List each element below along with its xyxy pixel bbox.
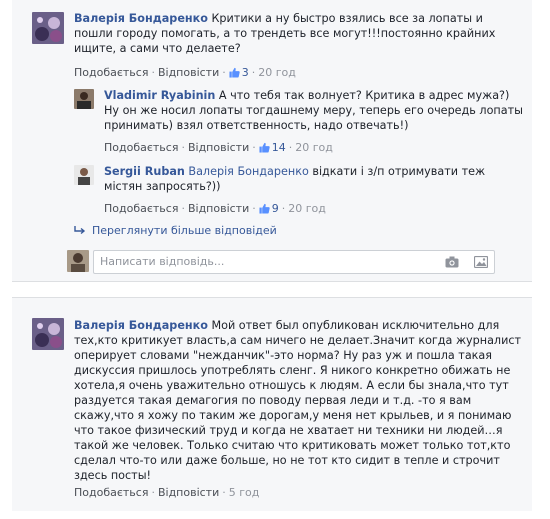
comment-actions: Подобається · Відповісти · 9 · 20 год [104, 201, 326, 216]
reply-input[interactable]: Написати відповідь... [93, 250, 495, 274]
sticker-icon[interactable] [473, 255, 489, 271]
comment-body: Vladimir Ryabinin А что тебя так волнует… [104, 88, 524, 133]
like-link[interactable]: Подобається [74, 66, 148, 79]
like-count-number: 9 [271, 202, 279, 215]
separator: · [151, 486, 155, 499]
comment-actions: Подобається · Відповісти · 3 · 20 год [74, 65, 296, 80]
reply-link[interactable]: Відповісти [158, 486, 219, 499]
like-link[interactable]: Подобається [104, 141, 178, 154]
separator: · [181, 141, 185, 154]
like-count[interactable]: 9 [259, 202, 279, 215]
like-count-number: 3 [241, 66, 249, 79]
timestamp[interactable]: 20 год [258, 66, 296, 79]
comment-thread-2: Валерія Бондаренко Мой ответ был опублик… [12, 297, 532, 511]
avatar-image-icon [74, 165, 94, 185]
camera-icon[interactable] [445, 256, 459, 271]
avatar [67, 250, 89, 272]
thumbs-up-icon [259, 203, 270, 214]
like-count-number: 14 [271, 141, 286, 154]
comment-text: Мой ответ был опубликован исключительно … [74, 319, 522, 482]
separator: · [222, 66, 226, 79]
reply-composer: Написати відповідь... [67, 250, 507, 274]
avatar-image-icon [74, 89, 94, 109]
mention-link[interactable]: Валерія Бондаренко [188, 165, 308, 178]
separator: · [181, 202, 185, 215]
avatar-image-icon [32, 318, 64, 350]
reply-link[interactable]: Відповісти [158, 66, 219, 79]
comment-body: Валерія Бондаренко Мой ответ был опублик… [74, 318, 526, 483]
comment-author-link[interactable]: Vladimir Ryabinin [104, 89, 215, 102]
reply-link[interactable]: Відповісти [188, 202, 249, 215]
like-count[interactable]: 3 [229, 66, 249, 79]
reply-arrow-icon [74, 226, 86, 235]
thumbs-up-icon [259, 142, 270, 153]
comment-actions: Подобається · Відповісти · 5 год [74, 485, 259, 500]
thumbs-up-icon [229, 67, 240, 78]
view-more-replies-label: Переглянути більше відповідей [92, 224, 277, 237]
comment-body: Sergii Ruban Валерія Бондаренко відкати … [104, 164, 524, 194]
comment-author-link[interactable]: Валерія Бондаренко [74, 12, 208, 25]
view-more-replies-link[interactable]: Переглянути більше відповідей [74, 224, 277, 237]
separator: · [281, 202, 286, 215]
separator: · [252, 202, 256, 215]
separator: · [251, 66, 256, 79]
comment-actions: Подобається · Відповісти · 14 · 20 год [104, 140, 333, 155]
like-link[interactable]: Подобається [74, 486, 148, 499]
own-avatar-icon [67, 250, 89, 272]
comment-thread-1: Валерія Бондаренко Критики а ну быстро в… [12, 0, 532, 282]
avatar[interactable] [32, 12, 64, 44]
comment-body: Валерія Бондаренко Критики а ну быстро в… [74, 11, 524, 56]
separator: · [288, 141, 293, 154]
like-count[interactable]: 14 [259, 141, 286, 154]
reply-link[interactable]: Відповісти [188, 141, 249, 154]
avatar[interactable] [32, 318, 64, 350]
like-link[interactable]: Подобається [104, 202, 178, 215]
avatar-image-icon [32, 12, 64, 44]
avatar[interactable] [74, 89, 94, 109]
comment-author-link[interactable]: Валерія Бондаренко [74, 319, 208, 332]
timestamp[interactable]: 20 год [288, 202, 326, 215]
avatar[interactable] [74, 165, 94, 185]
comment-author-link[interactable]: Sergii Ruban [104, 165, 185, 178]
separator: · [151, 66, 155, 79]
timestamp[interactable]: 5 год [229, 486, 260, 499]
timestamp[interactable]: 20 год [295, 141, 333, 154]
separator: · [222, 486, 226, 499]
separator: · [252, 141, 256, 154]
